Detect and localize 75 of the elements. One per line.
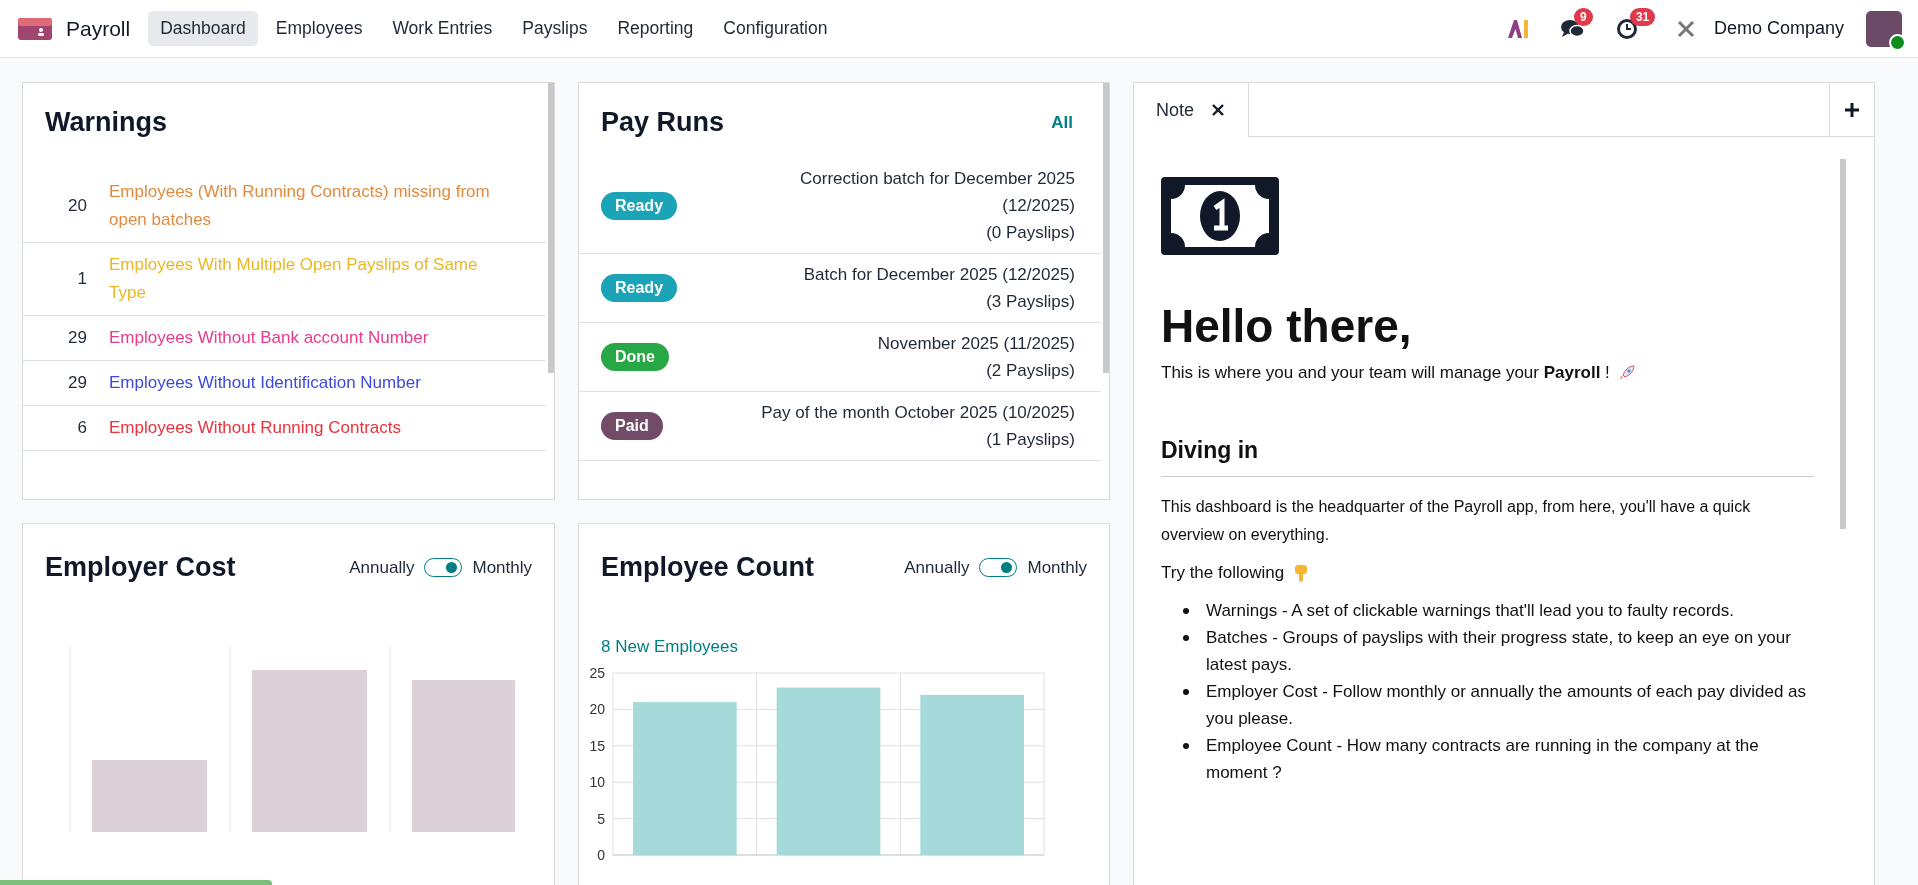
status-badge: Paid bbox=[601, 412, 663, 440]
nav-menu-item[interactable]: Configuration bbox=[711, 11, 840, 46]
notification-badge: 31 bbox=[1629, 7, 1656, 26]
intro-text: This is where you and your team will manage your Payroll ! bbox=[1161, 363, 1610, 383]
toggle-label: Annually bbox=[904, 557, 970, 578]
pay-run-text[interactable]: Pay of the month October 2025 (10/2025) bbox=[761, 399, 1075, 426]
toggle-label: Annually bbox=[349, 557, 415, 578]
company-switcher[interactable]: Demo Company bbox=[1713, 18, 1844, 39]
pay-run-text[interactable]: Batch for December 2025 (12/2025) bbox=[803, 261, 1075, 288]
axis-tick-label: 15 bbox=[589, 737, 605, 754]
tab-label[interactable]: Note bbox=[1156, 99, 1195, 121]
rocket-icon bbox=[1617, 364, 1636, 382]
status-badge: Ready bbox=[601, 274, 678, 302]
nav-menu-item[interactable]: Reporting bbox=[605, 11, 706, 46]
axis-tick-label: 10 bbox=[589, 774, 605, 791]
warning-link[interactable]: Employees Without Identification Number bbox=[109, 369, 421, 397]
scrollbar[interactable] bbox=[1840, 159, 1846, 529]
pay-run-text[interactable]: (0 Payslips) bbox=[986, 219, 1075, 246]
pay-run-text[interactable]: Correction batch for December 2025 bbox=[800, 165, 1075, 192]
pay-run-text[interactable]: (2 Payslips) bbox=[986, 357, 1075, 384]
banknote-icon bbox=[1161, 177, 1279, 255]
note-heading: Hello there, bbox=[1161, 299, 1413, 353]
section-heading: Diving in bbox=[1161, 437, 1814, 477]
nav-menu-item[interactable]: Dashboard bbox=[148, 11, 258, 46]
new-employees-link[interactable]: 8 New Employees bbox=[601, 637, 1109, 657]
user-avatar[interactable] bbox=[1866, 10, 1902, 47]
scrollbar[interactable] bbox=[1103, 83, 1109, 373]
warning-count: 20 bbox=[67, 196, 87, 216]
clock-icon[interactable] bbox=[1615, 17, 1638, 40]
close-icon[interactable] bbox=[1212, 104, 1225, 116]
nav-menu-item[interactable]: Payslips bbox=[510, 11, 600, 46]
card-title: Employee Count bbox=[601, 552, 815, 583]
warning-count: 1 bbox=[76, 269, 87, 289]
status-badge: Done bbox=[601, 343, 669, 371]
axis-tick-label: 5 bbox=[597, 810, 605, 827]
bullet-item: Batches - Groups of payslips with their progress state, to keep an eye on your latest pays. bbox=[1206, 627, 1792, 676]
bullet-item: Employee Count - How many contracts are running in the company at the moment ? bbox=[1206, 735, 1760, 784]
bullet-icon bbox=[1183, 635, 1189, 641]
warning-count: 29 bbox=[67, 373, 87, 393]
notification-badge: 9 bbox=[1573, 7, 1593, 26]
bullet-item: Warnings - A set of clickable warnings that'll lead you to faulty records. bbox=[1206, 600, 1734, 622]
all-link[interactable]: All bbox=[1051, 112, 1073, 133]
bullet-icon bbox=[1183, 689, 1189, 695]
toggle-label: Monthly bbox=[1027, 557, 1087, 578]
nav-menu-item[interactable]: Employees bbox=[263, 11, 375, 46]
card-title: Pay Runs bbox=[601, 107, 725, 138]
card-title: Employer Cost bbox=[45, 552, 236, 583]
toggle-label: Monthly bbox=[472, 557, 532, 578]
plus-icon[interactable] bbox=[1845, 102, 1859, 117]
bullet-icon bbox=[1183, 743, 1189, 749]
bullet-item: Employer Cost - Follow monthly or annually the amounts of each pay divided as you please. bbox=[1206, 681, 1808, 730]
note-tab[interactable]: Note bbox=[1134, 83, 1250, 137]
period-switch[interactable] bbox=[979, 558, 1018, 577]
bullet-icon bbox=[1183, 608, 1189, 614]
status-badge: Ready bbox=[601, 191, 678, 220]
app-name[interactable]: Payroll bbox=[66, 16, 131, 41]
scrollbar[interactable] bbox=[548, 83, 554, 373]
warning-count: 29 bbox=[67, 328, 87, 348]
pay-run-text[interactable]: November 2025 (11/2025) bbox=[877, 330, 1075, 357]
warning-link[interactable]: Employees Without Running Contracts bbox=[109, 414, 401, 442]
nav-menu-item[interactable]: Work Entries bbox=[380, 11, 505, 46]
pay-run-text[interactable]: (12/2025) bbox=[1002, 192, 1075, 219]
pay-run-text[interactable]: (3 Payslips) bbox=[986, 288, 1075, 315]
pay-run-text[interactable]: (1 Payslips) bbox=[986, 426, 1075, 453]
axis-tick-label: 25 bbox=[589, 665, 605, 681]
ai-icon[interactable] bbox=[1507, 19, 1530, 38]
note-paragraph: Try the following bbox=[1161, 563, 1285, 583]
period-switch[interactable] bbox=[424, 558, 463, 577]
axis-tick-label: 0 bbox=[597, 847, 605, 863]
card-title: Warnings bbox=[44, 106, 168, 139]
warning-count: 6 bbox=[76, 418, 87, 438]
note-paragraph: This dashboard is the headquarter of the Payroll app, from here, you'll have a quick overview on everything. bbox=[1161, 497, 1752, 545]
payroll-app-icon[interactable] bbox=[18, 17, 52, 40]
axis-tick-label: 20 bbox=[589, 701, 605, 718]
warning-link[interactable]: Employees Without Bank account Number bbox=[109, 324, 429, 352]
